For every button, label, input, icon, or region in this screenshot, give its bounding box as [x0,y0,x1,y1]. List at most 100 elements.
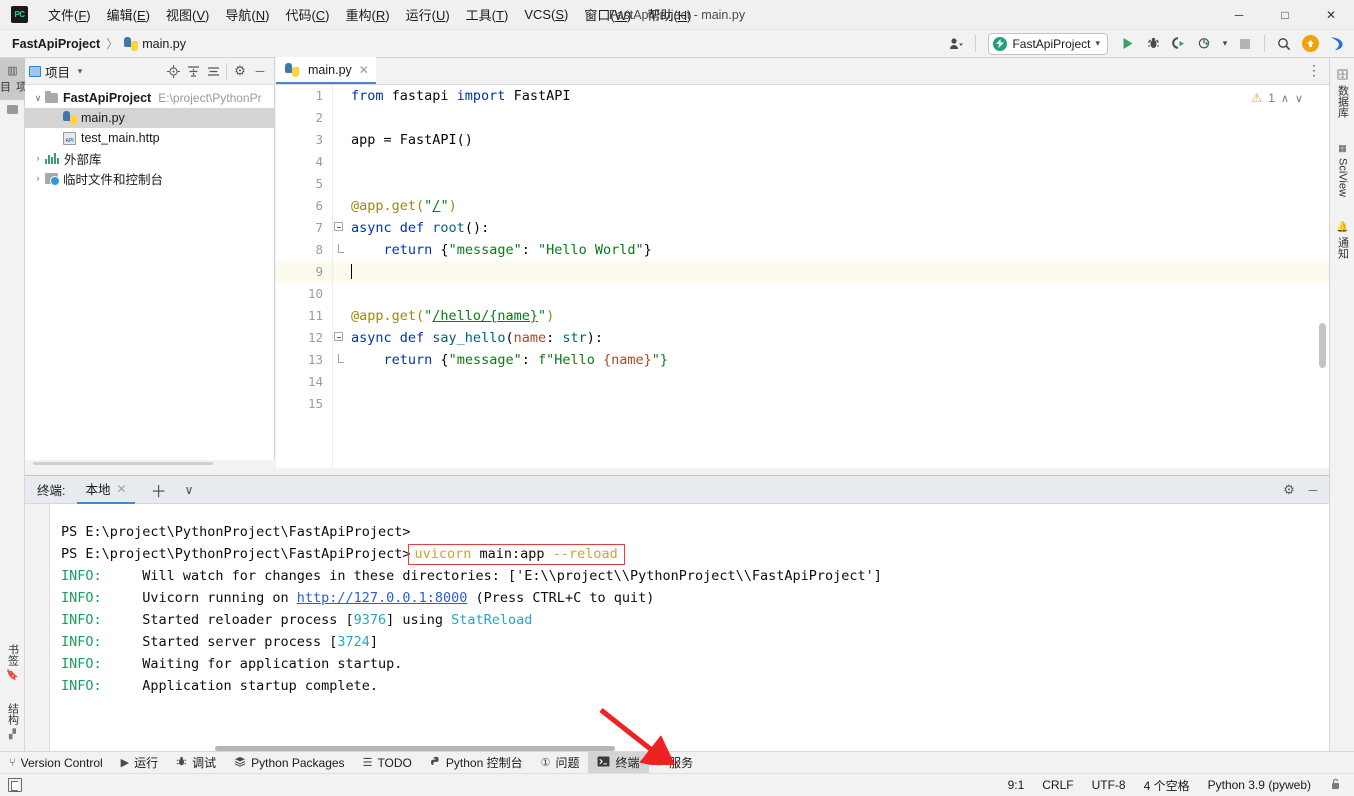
code-line[interactable]: @app.get("/") [347,195,1329,217]
terminal-output[interactable]: PS E:\project\PythonProject\FastApiProje… [25,504,1329,751]
code-line[interactable]: async def say_hello(name: str): [347,327,1329,349]
menu-help[interactable]: 帮助(H) [639,1,699,28]
code-line[interactable]: @app.get("/hello/{name}") [347,305,1329,327]
indent-setting[interactable]: 4 个空格 [1144,777,1190,794]
strip-tab-database[interactable]: 🗄 数据库 [1330,58,1354,130]
close-button[interactable]: ✕ [1308,0,1354,30]
bottom-tool-debug[interactable]: 调试 [167,752,225,774]
search-icon[interactable] [1272,33,1296,55]
run-button[interactable] [1115,33,1139,55]
gear-icon[interactable]: ⚙ [1279,480,1299,500]
debug-button[interactable] [1141,33,1165,55]
close-icon[interactable]: ✕ [117,482,127,496]
code-line[interactable] [347,107,1329,129]
run-configuration-selector[interactable]: FastApiProject ▾ [988,32,1108,55]
gear-icon[interactable]: ⚙ [230,61,250,81]
menu-window[interactable]: 窗口(W) [576,1,639,28]
editor-vertical-scrollbar[interactable] [1319,323,1326,368]
file-encoding[interactable]: UTF-8 [1092,778,1126,792]
strip-tab-sciview[interactable]: ▦ SciView [1330,130,1354,210]
tree-node-main-py[interactable]: main.py [25,108,274,128]
code-line[interactable] [347,283,1329,305]
project-view-dropdown-icon[interactable]: ▾ [70,61,90,81]
profile-dropdown-icon[interactable]: ▾ [1219,33,1231,55]
new-terminal-icon[interactable]: ＋ [145,478,173,502]
editor-options-icon[interactable]: ⋮ [1307,62,1323,79]
account-icon[interactable] [944,33,968,55]
minimize-button[interactable]: ─ [1216,0,1262,30]
menu-file[interactable]: 文件(F) [40,1,99,28]
line-separator[interactable]: CRLF [1042,778,1073,792]
bottom-tool-services[interactable]: ◐ 服务 [649,752,703,774]
tree-node-scratches[interactable]: › 临时文件和控制台 [25,168,274,188]
profile-button[interactable] [1193,33,1217,55]
maximize-button[interactable]: □ [1262,0,1308,30]
code-line[interactable] [347,173,1329,195]
ide-assistant-icon[interactable] [1324,33,1348,55]
close-icon[interactable]: ✕ [359,63,369,77]
code-line[interactable]: app = FastAPI() [347,129,1329,151]
prev-problem-icon[interactable]: ∧ [1281,92,1289,105]
fold-marker[interactable] [333,217,347,239]
scroll-from-source-icon[interactable] [163,61,183,81]
python-interpreter[interactable]: Python 3.9 (pyweb) [1208,778,1311,792]
breadcrumb-project[interactable]: FastApiProject [12,37,100,51]
code-folding-column[interactable] [333,85,347,468]
next-problem-icon[interactable]: ∨ [1295,92,1303,105]
hide-panel-icon[interactable]: ─ [250,61,270,81]
strip-tab-commit[interactable] [0,100,25,122]
bottom-tool-problems[interactable]: ① 问题 [532,752,589,774]
menu-navigate[interactable]: 导航(N) [217,1,277,28]
expand-all-icon[interactable] [183,61,203,81]
bottom-tool-todo[interactable]: ☰ TODO [354,752,421,774]
run-with-coverage-button[interactable] [1167,33,1191,55]
tree-toggle-icon[interactable]: › [31,173,45,183]
code-line[interactable]: async def root(): [347,217,1329,239]
menu-refactor[interactable]: 重构(R) [338,1,398,28]
lock-icon[interactable] [1329,777,1342,793]
menu-tools[interactable]: 工具(T) [458,1,517,28]
update-icon[interactable] [1298,33,1322,55]
menu-code[interactable]: 代码(C) [277,1,337,28]
project-panel-splitter[interactable] [25,460,275,468]
tree-node-project[interactable]: ∨ FastApiProject E:\project\PythonPr [25,88,274,108]
bottom-tool-python-console[interactable]: Python 控制台 [421,752,532,774]
code-line[interactable]: return {"message": "Hello World"} [347,239,1329,261]
menu-vcs[interactable]: VCS(S) [516,3,576,26]
breadcrumb-file[interactable]: main.py [142,37,186,51]
tree-node-test-main-http[interactable]: API test_main.http [25,128,274,148]
code-line[interactable] [347,393,1329,415]
bottom-tool-terminal[interactable]: 终端 [588,751,649,774]
editor-inspection-widget[interactable]: ⚠ 1 ∧ ∨ [1251,91,1303,105]
tree-toggle-icon[interactable]: › [31,153,45,163]
memory-indicator-icon[interactable] [8,778,22,792]
strip-tab-notifications[interactable]: 🔔 通知 [1330,210,1354,270]
fold-marker[interactable] [333,349,347,371]
fold-marker[interactable] [333,327,347,349]
terminal-tab-local[interactable]: 本地 ✕ [77,476,135,504]
tree-node-external-libraries[interactable]: › 外部库 [25,148,274,168]
code-content[interactable]: from fastapi import FastAPI app = FastAPI… [347,85,1329,468]
hide-panel-icon[interactable]: ─ [1303,480,1323,500]
code-line[interactable]: return {"message": f"Hello {name}"} [347,349,1329,371]
code-line[interactable]: from fastapi import FastAPI [347,85,1329,107]
code-line[interactable] [347,371,1329,393]
code-editor[interactable]: 1 2 3 4 5 6 7 8 9 10 11 12 13 14 15 from fastapi impor… [276,85,1329,468]
strip-tab-structure[interactable]: 结构 ▞ [0,691,25,751]
strip-tab-bookmarks[interactable]: 书签 🔖 [0,633,25,691]
menu-run[interactable]: 运行(U) [398,1,458,28]
caret-position[interactable]: 9:1 [1008,778,1025,792]
code-line[interactable] [347,151,1329,173]
menu-view[interactable]: 视图(V) [158,1,217,28]
tree-toggle-icon[interactable]: ∨ [31,93,45,104]
strip-tab-project[interactable]: ▥ 项目 [0,58,27,100]
code-line[interactable] [347,261,1329,283]
terminal-list-chevron-icon[interactable]: ∨ [179,483,200,497]
menu-edit[interactable]: 编辑(E) [99,1,158,28]
terminal-url-link[interactable]: http://127.0.0.1:8000 [297,590,468,606]
bottom-tool-python-packages[interactable]: Python Packages [225,752,353,774]
bottom-tool-version-control[interactable]: ⑂ Version Control [0,752,112,774]
bottom-tool-run[interactable]: ▶ 运行 [112,752,167,774]
collapse-all-icon[interactable] [203,61,223,81]
fold-marker[interactable] [333,239,347,261]
